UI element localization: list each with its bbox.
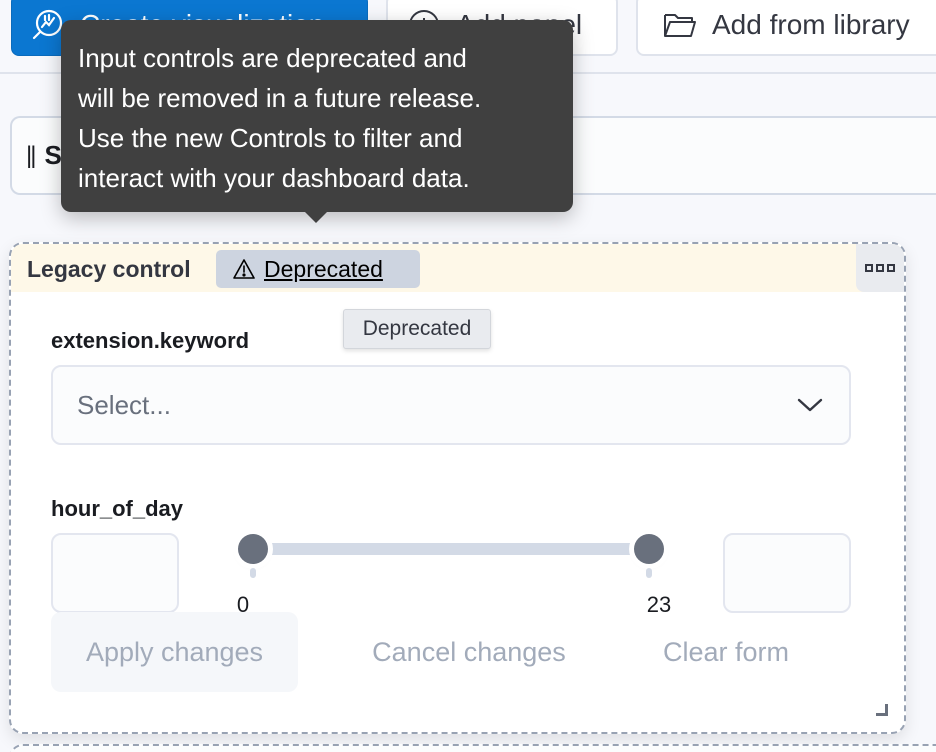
range-slider-track[interactable] bbox=[241, 543, 661, 555]
panel-options-icon[interactable] bbox=[856, 244, 904, 292]
add-from-library-label: Add from library bbox=[712, 9, 910, 40]
tooltip-arrow bbox=[303, 210, 329, 223]
range-tick-max bbox=[646, 568, 652, 578]
folder-open-icon bbox=[664, 14, 696, 37]
range-min-input[interactable] bbox=[51, 533, 179, 613]
drag-handle-icon[interactable]: || bbox=[26, 142, 37, 170]
controls-bar-label: S bbox=[44, 140, 62, 170]
clear-form-button[interactable]: Clear form bbox=[631, 612, 821, 692]
chevron-down-icon bbox=[797, 398, 823, 412]
next-panel bbox=[9, 744, 936, 752]
range-upper-thumb[interactable] bbox=[634, 534, 664, 564]
cancel-changes-button[interactable]: Cancel changes bbox=[341, 612, 597, 692]
range-lower-thumb[interactable] bbox=[238, 534, 268, 564]
resize-handle-icon[interactable] bbox=[876, 704, 888, 716]
select-placeholder: Select... bbox=[77, 389, 171, 420]
panel-header: Legacy control Deprecated bbox=[11, 244, 904, 292]
badge-title-tooltip: Deprecated bbox=[343, 309, 491, 349]
tooltip-line: Use the new Controls to filter and bbox=[78, 123, 463, 153]
dot bbox=[865, 264, 873, 272]
tooltip-line: will be removed in a future release. bbox=[78, 83, 482, 113]
apply-changes-button[interactable]: Apply changes bbox=[51, 612, 298, 692]
add-from-library-button[interactable]: Add from library bbox=[636, 0, 936, 56]
deprecation-tooltip: Input controls are deprecated and will b… bbox=[61, 20, 573, 212]
dot bbox=[887, 264, 895, 272]
extension-keyword-select[interactable]: Select... bbox=[51, 365, 851, 445]
extension-keyword-label: extension.keyword bbox=[51, 328, 250, 353]
deprecated-badge-label: Deprecated bbox=[264, 255, 383, 282]
range-tick-min bbox=[250, 568, 256, 578]
tooltip-line: Input controls are deprecated and bbox=[78, 43, 467, 73]
tooltip-line: interact with your dashboard data. bbox=[78, 163, 470, 193]
hour-of-day-label: hour_of_day bbox=[51, 496, 184, 521]
dot bbox=[876, 264, 884, 272]
warning-icon bbox=[233, 259, 255, 279]
range-max-input[interactable] bbox=[723, 533, 851, 613]
deprecated-badge[interactable]: Deprecated bbox=[216, 250, 420, 288]
panel-title: Legacy control bbox=[27, 256, 191, 282]
